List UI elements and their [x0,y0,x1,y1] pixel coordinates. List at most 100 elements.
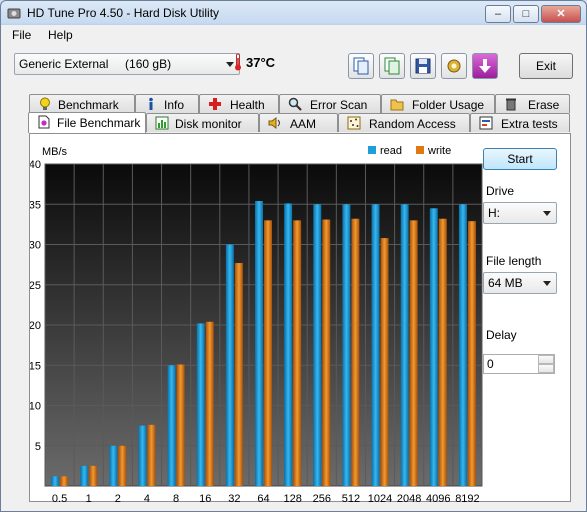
y-tick-label: 35 [30,199,41,211]
bar-write [322,219,331,487]
delay-value: 0 [487,357,494,371]
bar-write [205,321,214,486]
window-title: HD Tune Pro 4.50 - Hard Disk Utility [27,6,220,20]
temperature-readout: 37°C [246,55,276,70]
bar-read [196,323,205,486]
extra-tests-icon [479,116,493,130]
drive-select-value: Generic External (160 gB) [19,57,172,71]
menu-help[interactable]: Help [48,28,73,42]
copy-screenshot-icon [384,57,400,75]
bar-write [147,424,156,486]
y-tick-label: 10 [30,401,41,413]
x-tick-label: 32 [228,493,240,503]
lightbulb-icon [40,97,50,110]
x-tick-label: 16 [199,493,211,503]
app-window: HD Tune Pro 4.50 - Hard Disk Utility – □… [0,0,587,512]
legend-swatch-write [416,146,424,154]
tab-aam[interactable]: AAM [259,113,338,132]
bar-read [371,204,380,486]
file-length-label: File length [486,254,542,268]
random-access-icon [347,116,361,130]
minimize-button[interactable]: – [485,5,511,23]
options-button[interactable] [441,53,467,79]
tab-error-scan[interactable]: Error Scan [279,94,381,113]
spin-down-icon[interactable] [538,364,554,373]
close-button[interactable]: ✕ [541,5,581,23]
tab-info[interactable]: Info [135,94,199,113]
info-icon [149,97,153,110]
tab-erase[interactable]: Erase [495,94,570,113]
start-button[interactable]: Start [483,148,557,170]
drive-select[interactable]: Generic External (160 gB) [14,53,240,75]
drive-letter-value: H: [488,206,500,220]
x-tick-label: 64 [257,493,269,503]
bar-read [284,203,293,486]
bar-write [89,465,98,486]
bar-write [293,220,302,486]
bar-read [167,365,176,486]
magnifier-icon [288,97,302,111]
y-tick-label: 15 [30,360,41,372]
tab-benchmark[interactable]: Benchmark [29,94,135,113]
y-tick-label: 40 [30,159,41,171]
bar-write [351,218,360,486]
file-length-select[interactable]: 64 MB [483,272,557,294]
bar-write [176,364,185,486]
bar-read [342,204,351,486]
x-tick-label: 1024 [368,493,392,503]
bar-read [80,465,89,486]
bar-write [264,220,272,486]
chevron-down-icon [226,62,234,67]
x-tick-label: 2048 [397,493,421,503]
download-button[interactable] [472,53,498,79]
drive-label: Drive [486,184,515,198]
copy-info-button[interactable] [348,53,374,79]
x-tick-label: 0.5 [52,493,67,503]
tab-extra-tests[interactable]: Extra tests [470,113,570,132]
bar-read [429,208,438,486]
bar-write [380,238,389,486]
bar-read [458,204,467,486]
app-icon [7,8,21,19]
tab-folder-usage[interactable]: Folder Usage [381,94,495,113]
tab-file-benchmark[interactable]: File Benchmark [28,112,146,133]
floppy-disk-icon [415,58,431,74]
copy-screenshot-button[interactable] [379,53,405,79]
file-length-value: 64 MB [488,276,523,290]
legend-label-write: write [427,145,451,157]
x-tick-label: 8192 [455,493,479,503]
y-tick-label: 20 [30,320,41,332]
x-tick-label: 8 [173,493,179,503]
delay-label: Delay [486,328,517,342]
file-benchmark-panel: 5 10 15 20 25 30 35 40 MB/s 0.5 1 2 4 8 16 32 64 128 256 51… [29,133,571,503]
y-axis-label: MB/s [42,146,68,158]
tab-health[interactable]: Health [199,94,279,113]
bar-write [438,218,447,486]
save-button[interactable] [410,53,436,79]
client-area: File Help Generic External (160 gB) 37°C [4,25,583,509]
disk-monitor-icon [155,116,169,130]
delay-spinner[interactable] [538,355,554,373]
menu-file[interactable]: File [12,28,31,42]
tab-disk-monitor[interactable]: Disk monitor [146,113,259,132]
bar-read [51,476,60,486]
menu-bar: File Help [4,25,583,45]
bar-read [400,204,409,486]
arrow-down-icon [479,59,491,73]
spin-up-icon[interactable] [538,355,554,364]
maximize-button[interactable]: □ [513,5,539,23]
benchmark-chart: 5 10 15 20 25 30 35 40MB/s 0.5 1 2 4 8 16 32 64 128 256 51… [30,145,483,503]
bar-read [255,201,263,486]
x-tick-label: 512 [342,493,360,503]
title-bar: HD Tune Pro 4.50 - Hard Disk Utility – □… [1,1,586,25]
thermometer-icon [235,53,241,71]
drive-letter-select[interactable]: H: [483,202,557,224]
bar-read [225,244,234,486]
tab-random-access[interactable]: Random Access [338,113,470,132]
x-tick-label: 4 [144,493,150,503]
bar-write [234,263,243,486]
exit-button[interactable]: Exit [519,53,573,79]
bar-read [313,204,322,486]
x-tick-label: 2 [115,493,121,503]
bar-write [409,220,418,486]
